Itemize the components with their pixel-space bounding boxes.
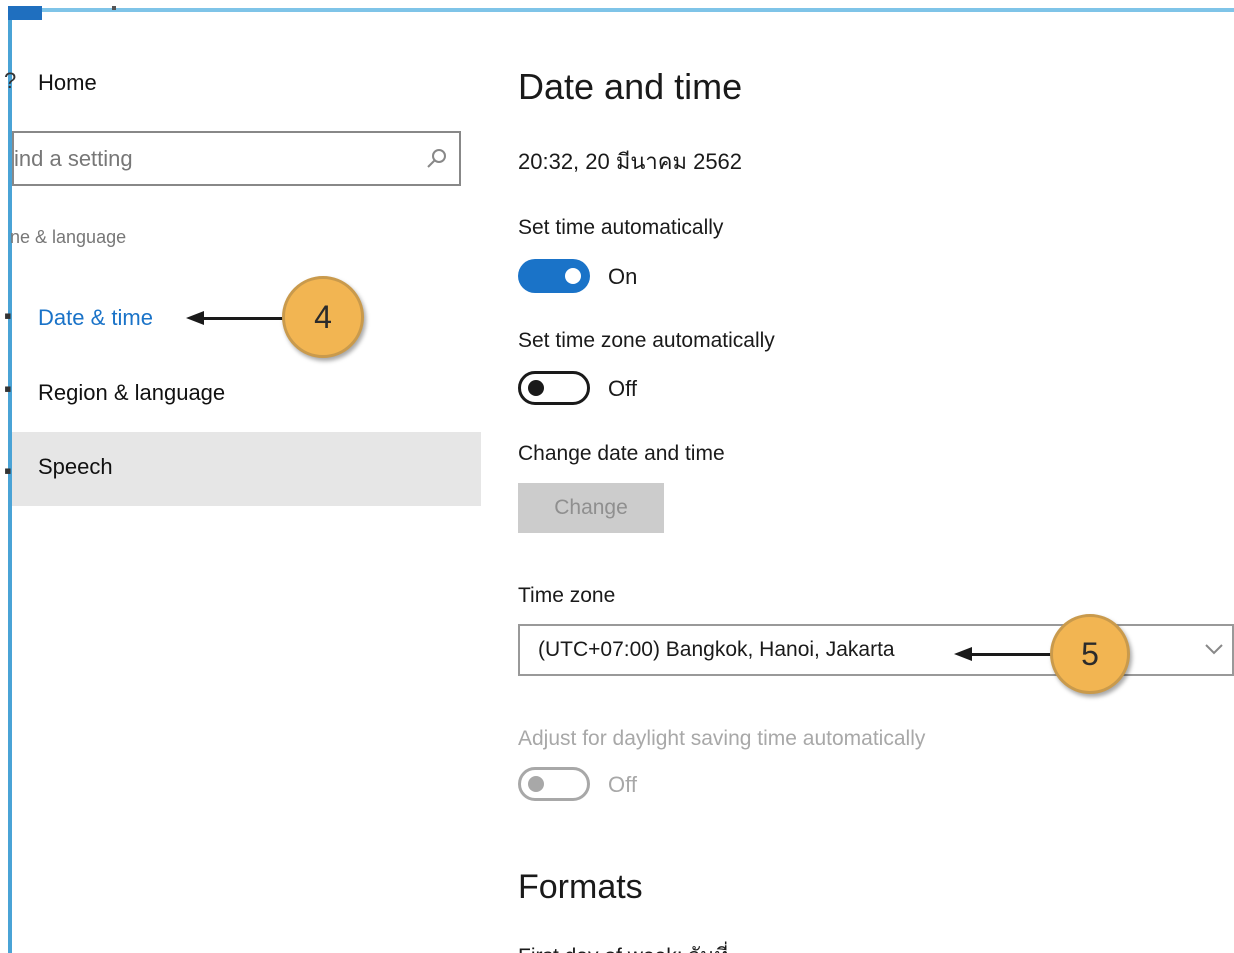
callout-5-arrow	[968, 653, 1054, 656]
set-timezone-auto-toggle[interactable]	[518, 371, 590, 405]
set-time-auto-state: On	[608, 264, 638, 289]
page-title: Date and time	[518, 66, 743, 107]
set-timezone-auto-state: Off	[608, 376, 637, 401]
sidebar-item-label: Speech	[38, 454, 113, 479]
category-label: ne & language	[10, 227, 127, 247]
first-day-of-week-row: First day of week: วันที่	[518, 940, 818, 953]
chevron-down-icon[interactable]	[1204, 642, 1224, 656]
callout-4-arrow	[200, 317, 286, 320]
daylight-saving-label: Adjust for daylight saving time automati…	[518, 727, 926, 750]
sidebar-item-speech[interactable]: Speech	[12, 432, 481, 506]
region-language-icon: ▪	[4, 376, 12, 401]
callout-5-badge: 5	[1050, 614, 1130, 694]
current-datetime: 20:32, 20 มีนาคม 2562	[518, 149, 743, 174]
toggle-knob	[565, 268, 581, 284]
sidebar-item-region-language[interactable]: Region & language	[12, 358, 481, 432]
date-time-icon: ▪	[4, 303, 12, 328]
change-datetime-label: Change date and time	[518, 442, 725, 465]
sidebar-item-label: Date & time	[38, 305, 153, 330]
time-zone-label: Time zone	[518, 584, 616, 607]
change-button[interactable]: Change	[518, 483, 664, 533]
formats-heading: Formats	[518, 868, 643, 906]
window-top-border	[8, 8, 1234, 12]
callout-4-badge: 4	[282, 276, 364, 358]
toggle-knob	[528, 380, 544, 396]
speech-icon: ▪	[4, 458, 12, 483]
set-timezone-auto-label: Set time zone automatically	[518, 329, 775, 352]
search-box[interactable]	[12, 131, 461, 186]
search-input[interactable]	[14, 133, 414, 184]
sidebar-item-date-time[interactable]: Date & time	[12, 283, 481, 357]
home-icon[interactable]: ?	[4, 70, 16, 92]
titlebar-dot	[112, 6, 116, 10]
search-icon[interactable]	[425, 147, 449, 171]
nav-home[interactable]: Home	[38, 70, 97, 96]
toggle-knob	[528, 776, 544, 792]
titlebar-app-icon	[8, 6, 42, 20]
sidebar-item-label: Region & language	[38, 380, 226, 405]
set-time-auto-toggle[interactable]	[518, 259, 590, 293]
time-zone-value: (UTC+07:00) Bangkok, Hanoi, Jakarta	[538, 638, 895, 661]
daylight-saving-state: Off	[608, 772, 637, 797]
set-time-auto-label: Set time automatically	[518, 216, 724, 239]
daylight-saving-toggle[interactable]	[518, 767, 590, 801]
